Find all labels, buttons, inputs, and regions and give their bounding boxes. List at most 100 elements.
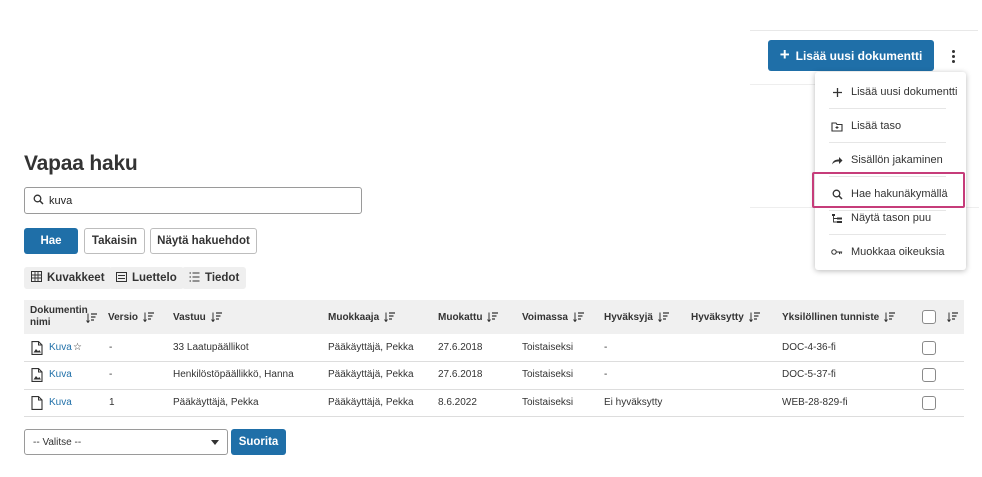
document-name-link[interactable]: Kuva (49, 341, 72, 355)
row-divider (24, 361, 964, 362)
column-label: Voimassa (522, 311, 568, 323)
divider (750, 207, 820, 208)
column-header-approver[interactable]: Hyväksyjä (604, 300, 669, 334)
actions-menu: Lisää uusi dokumentti Lisää taso Sisällö… (815, 72, 966, 270)
document-name-link[interactable]: Kuva (49, 396, 72, 410)
page-title: Vapaa haku (24, 152, 138, 175)
view-label: Luettelo (132, 272, 177, 284)
cell-identifier: DOC-4-36-fi (782, 342, 836, 353)
image-document-icon (31, 368, 43, 382)
plus-icon (831, 86, 843, 98)
folder-add-icon (831, 120, 843, 132)
sort-icon (487, 312, 499, 322)
add-document-label: Lisää uusi dokumentti (795, 48, 923, 63)
column-header-name[interactable]: Dokumentin nimi (30, 300, 88, 334)
cell-approver: Ei hyväksytty (604, 397, 663, 408)
image-document-icon (31, 341, 43, 355)
menu-item-share-content[interactable]: Sisällön jakaminen (825, 146, 948, 174)
list-icon (116, 271, 127, 285)
sort-icon (748, 312, 760, 322)
details-icon (189, 271, 200, 285)
row-checkbox[interactable] (922, 396, 936, 410)
document-name-link[interactable]: Kuva (49, 368, 72, 382)
cell-version: - (109, 369, 113, 380)
sort-icon (658, 312, 669, 322)
select-value: -- Valitse -- (33, 436, 82, 448)
add-document-button[interactable]: + Lisää uusi dokumentti (768, 40, 934, 71)
cell-modifier: Pääkäyttäjä, Pekka (328, 342, 414, 353)
column-header-approved[interactable]: Hyväksytty (691, 300, 760, 334)
view-details-button[interactable]: Tiedot (182, 267, 247, 289)
more-options-icon[interactable] (944, 44, 962, 68)
cell-identifier: WEB-28-829-fi (782, 397, 848, 408)
menu-item-add-level[interactable]: Lisää taso (825, 112, 948, 140)
column-label: Dokumentin nimi (30, 305, 88, 328)
sort-icon (143, 312, 155, 322)
column-label: Versio (108, 311, 139, 323)
cell-validity: Toistaiseksi (522, 369, 574, 380)
menu-item-edit-permissions[interactable]: Muokkaa oikeuksia (825, 238, 948, 266)
cell-modifier: Pääkäyttäjä, Pekka (328, 369, 414, 380)
select-all-checkbox[interactable] (922, 310, 936, 324)
column-settings-icon[interactable] (947, 312, 958, 322)
view-thumbnails-button[interactable]: Kuvakkeet (24, 267, 112, 289)
sort-icon (384, 312, 396, 322)
view-list-button[interactable]: Luettelo (109, 267, 184, 289)
divider (750, 84, 820, 85)
cell-version: - (109, 342, 113, 353)
menu-divider (829, 108, 946, 109)
sort-icon (210, 312, 222, 322)
share-arrow-icon (831, 154, 843, 166)
cell-owner: 33 Laatupäällikot (173, 342, 249, 353)
column-header-modified[interactable]: Muokattu (438, 300, 499, 334)
cell-modifier: Pääkäyttäjä, Pekka (328, 397, 414, 408)
back-button[interactable]: Takaisin (84, 228, 145, 254)
divider (965, 207, 979, 208)
cell-approver: - (604, 369, 608, 380)
column-label: Hyväksytty (691, 311, 744, 323)
column-header-version[interactable]: Versio (108, 300, 155, 334)
column-header-validity[interactable]: Voimassa (522, 300, 584, 334)
column-header-modifier[interactable]: Muokkaaja (328, 300, 396, 334)
view-label: Tiedot (205, 272, 240, 284)
sort-icon[interactable] (86, 313, 97, 323)
plus-icon: + (779, 45, 790, 64)
key-icon (831, 246, 843, 258)
menu-item-show-tree[interactable]: Näytä tason puu (825, 204, 948, 232)
cell-modified: 27.6.2018 (438, 342, 483, 353)
column-header-owner[interactable]: Vastuu (173, 300, 222, 334)
grid-icon (31, 271, 42, 285)
menu-item-label: Lisää uusi dokumentti (851, 86, 958, 98)
cell-owner: Pääkäyttäjä, Pekka (173, 397, 259, 408)
search-button[interactable]: Hae (24, 228, 78, 254)
menu-item-add-document[interactable]: Lisää uusi dokumentti (825, 78, 957, 106)
cell-owner: Henkilöstöpäällikkö, Hanna (173, 369, 294, 380)
cell-modified: 27.6.2018 (438, 369, 483, 380)
search-field[interactable] (24, 187, 362, 214)
menu-item-label: Lisää taso (851, 120, 902, 132)
cell-validity: Toistaiseksi (522, 397, 574, 408)
column-label: Hyväksyjä (604, 311, 653, 323)
highlight-box (812, 172, 965, 208)
cell-approver: - (604, 342, 608, 353)
column-header-identifier[interactable]: Yksilöllinen tunniste (782, 300, 896, 334)
search-icon (33, 194, 44, 208)
cell-modified: 8.6.2022 (438, 397, 477, 408)
chevron-down-icon (211, 439, 219, 445)
search-input[interactable] (49, 194, 339, 207)
menu-item-label: Sisällön jakaminen (851, 154, 943, 166)
document-icon (31, 396, 43, 410)
row-checkbox[interactable] (922, 341, 936, 355)
bulk-action-select[interactable]: -- Valitse -- (24, 429, 228, 455)
favorite-star-icon[interactable]: ☆ (73, 341, 82, 355)
show-criteria-button[interactable]: Näytä hakuehdot (150, 228, 257, 254)
sort-icon (573, 312, 584, 322)
row-checkbox[interactable] (922, 368, 936, 382)
cell-identifier: DOC-5-37-fi (782, 369, 836, 380)
header-divider (750, 30, 978, 31)
cell-version: 1 (109, 397, 115, 408)
menu-item-label: Muokkaa oikeuksia (851, 246, 945, 258)
column-label: Muokkaaja (328, 311, 380, 323)
run-button[interactable]: Suorita (231, 429, 286, 455)
column-label: Muokattu (438, 311, 483, 323)
